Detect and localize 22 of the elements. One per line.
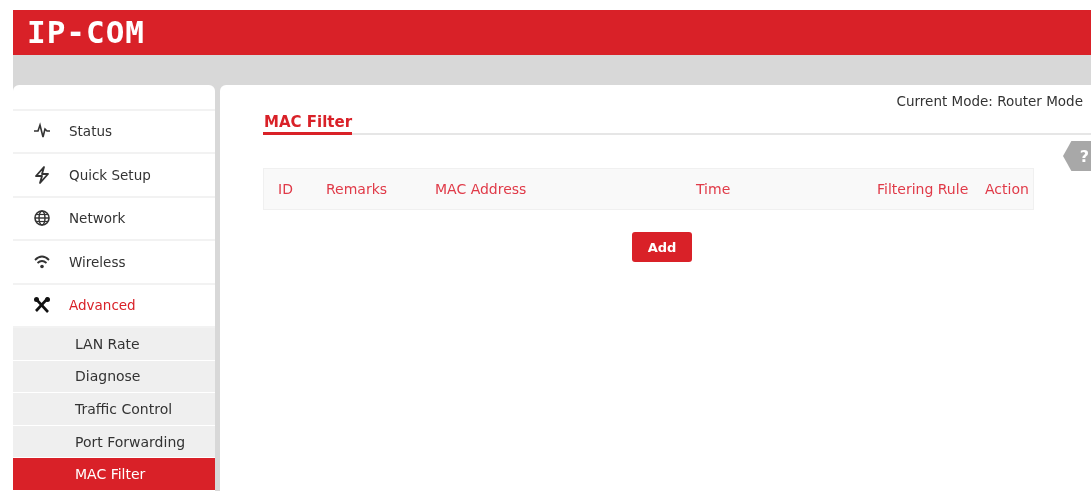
sidebar-item[interactable]: Quick Setup [13,154,215,198]
column-header: Time [696,181,732,197]
submenu-item[interactable]: MAC Filter [13,458,215,491]
current-mode-text: Current Mode: Router Mode [895,92,1084,109]
column-header: MAC Address [435,181,528,197]
sidebar-item[interactable]: Network [13,197,215,242]
sidebar-item[interactable]: Status [13,110,215,155]
submenu-item[interactable]: Traffic Control [13,393,215,426]
column-header: Filtering Rule [877,181,970,197]
column-header: ID [278,181,294,197]
column-header: Action [985,181,1030,197]
add-button[interactable]: Add [632,232,692,262]
column-header: Remarks [326,181,389,197]
submenu-item[interactable]: LAN Rate [13,328,215,361]
submenu-item[interactable]: Port Forwarding [13,425,215,459]
submenu-item[interactable]: Diagnose [13,360,215,394]
globe-icon [33,209,51,228]
tools-icon [33,296,51,315]
lightning-icon [33,165,51,184]
sidebar-item[interactable]: Wireless [13,241,215,285]
page-title: MAC Filter [263,109,353,135]
logo: IP-COM [27,15,145,50]
